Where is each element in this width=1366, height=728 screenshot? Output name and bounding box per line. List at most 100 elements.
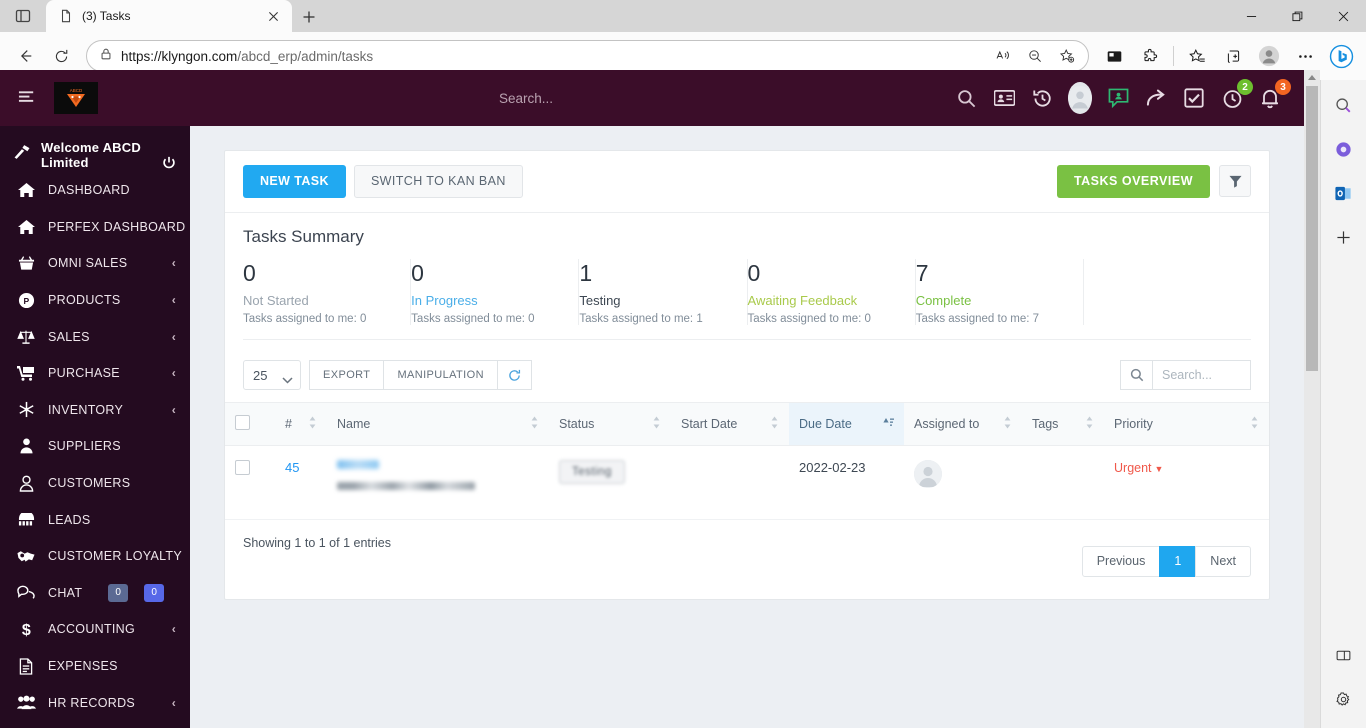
column-tags[interactable]: Tags [1022, 402, 1104, 447]
search-icon[interactable] [1329, 90, 1359, 120]
split-screen-icon[interactable] [1329, 640, 1359, 670]
outlook-icon[interactable] [1329, 178, 1359, 208]
refresh-icon[interactable] [44, 39, 78, 73]
abcd-logo-icon[interactable]: ABCD [54, 82, 98, 114]
sidebar-item-dashboard[interactable]: DASHBOARD [0, 172, 190, 209]
summary-cell-not-started[interactable]: 0 Not Started Tasks assigned to me: 0 [243, 258, 412, 326]
settings-gear-icon[interactable] [1329, 684, 1359, 714]
column-due-date[interactable]: Due Date [789, 402, 904, 447]
copilot-icon[interactable] [1329, 134, 1359, 164]
summary-count: 0 [411, 259, 424, 286]
filter-icon[interactable] [1219, 165, 1251, 198]
switch-to-kanban-button[interactable]: SWITCH TO KAN BAN [353, 165, 523, 198]
timer-icon[interactable]: 2 [1220, 79, 1253, 110]
column-start-date[interactable]: Start Date [671, 402, 789, 447]
column-id[interactable]: # [275, 402, 327, 447]
favorites-icon[interactable] [1180, 39, 1214, 73]
add-favorite-icon[interactable] [1052, 42, 1082, 70]
row-checkbox[interactable] [235, 460, 250, 476]
refresh-icon[interactable] [496, 360, 532, 391]
todo-check-icon[interactable] [1182, 86, 1206, 110]
more-options-icon[interactable] [1288, 39, 1322, 73]
column-name[interactable]: Name [327, 402, 549, 447]
sidebar-item-leads[interactable]: LEADS [0, 501, 190, 538]
assignee-avatar[interactable] [914, 460, 942, 489]
profile-avatar-icon[interactable] [1252, 39, 1286, 73]
page-scrollbar[interactable] [1304, 70, 1320, 728]
column-status[interactable]: Status [549, 402, 671, 447]
sidebar-item-suppliers[interactable]: SUPPLIERS [0, 428, 190, 465]
bell-icon[interactable]: 3 [1258, 79, 1291, 110]
search-icon[interactable] [954, 86, 978, 110]
maximize-icon[interactable] [1274, 0, 1320, 32]
history-icon[interactable] [1030, 86, 1054, 110]
summary-label: Awaiting Feedback [747, 293, 858, 309]
column-select-all[interactable] [225, 402, 275, 447]
tab-title: (3) Tasks [82, 9, 131, 23]
task-id-link[interactable]: 45 [285, 460, 299, 475]
support-chat-icon[interactable] [1106, 86, 1130, 110]
chat-badge-active: 0 [144, 583, 165, 602]
header-search[interactable]: Search... [98, 91, 954, 106]
sidebar-item-sales[interactable]: SALES ‹ [0, 318, 190, 355]
sidebar-item-perfex-dashboard[interactable]: PERFEX DASHBOARD ‹ [0, 209, 190, 246]
browser-tab[interactable]: (3) Tasks [46, 0, 292, 32]
pagination-next[interactable]: Next [1195, 546, 1251, 577]
new-task-button[interactable]: NEW TASK [243, 165, 346, 198]
user-avatar-icon[interactable] [1068, 82, 1092, 114]
status-badge[interactable]: Testing [559, 460, 625, 485]
sidebar-item-hr-records[interactable]: HR RECORDS ‹ [0, 684, 190, 721]
select-all-checkbox[interactable] [235, 415, 250, 431]
contact-card-icon[interactable] [992, 86, 1016, 110]
summary-cell-in-progress[interactable]: 0 In Progress Tasks assigned to me: 0 [411, 258, 580, 326]
pagination-previous[interactable]: Previous [1081, 546, 1161, 577]
tab-actions-button[interactable] [0, 0, 46, 32]
scroll-up-arrow-icon[interactable] [1304, 70, 1320, 86]
power-icon[interactable] [162, 156, 176, 175]
sidebar-item-omni-sales[interactable]: OMNI SALES ‹ [0, 245, 190, 282]
read-aloud-icon[interactable] [988, 42, 1018, 70]
table-row[interactable]: 45 Testing 2022-02-23 Urgent ▼ [225, 445, 1269, 521]
zoom-out-icon[interactable] [1020, 42, 1050, 70]
sidebar-item-inventory[interactable]: INVENTORY ‹ [0, 392, 190, 429]
summary-cell-complete[interactable]: 7 Complete Tasks assigned to me: 7 [916, 258, 1084, 326]
cell-select[interactable] [225, 445, 275, 521]
close-icon[interactable] [1320, 0, 1366, 32]
task-name-redacted[interactable] [337, 460, 379, 470]
sidebar-item-chat[interactable]: CHAT 0 0 [0, 575, 190, 612]
sidebar-item-accounting[interactable]: $ ACCOUNTING ‹ [0, 611, 190, 648]
summary-cell-testing[interactable]: 1 Testing Tasks assigned to me: 1 [579, 258, 748, 326]
bing-copilot-icon[interactable] [1324, 39, 1358, 73]
column-priority[interactable]: Priority [1104, 402, 1269, 447]
back-arrow-icon[interactable] [8, 39, 42, 73]
search-input[interactable] [1153, 360, 1251, 391]
page-length-select[interactable]: 25 [243, 360, 301, 391]
search-icon[interactable] [1120, 360, 1153, 391]
priority-dropdown[interactable]: Urgent ▼ [1114, 461, 1163, 475]
scrollbar-thumb[interactable] [1306, 86, 1318, 371]
manipulation-button[interactable]: MANIPULATION [383, 360, 498, 391]
sidebar-item-customers[interactable]: CUSTOMERS [0, 465, 190, 502]
minimize-icon[interactable] [1228, 0, 1274, 32]
tasks-overview-button[interactable]: TASKS OVERVIEW [1056, 165, 1210, 198]
new-tab-button[interactable] [292, 2, 326, 32]
tab-collections-icon[interactable] [1216, 39, 1250, 73]
export-button[interactable]: EXPORT [309, 360, 385, 391]
address-bar[interactable]: https://klyngon.com/abcd_erp/admin/tasks [86, 40, 1089, 72]
sidebar-item-hr-payroll[interactable]: HR PAYROLL ‹ [0, 721, 190, 728]
sidebar-item-customer-loyalty[interactable]: CUSTOMER LOYALTY ‹ [0, 538, 190, 575]
summary-cell-awaiting-feedback[interactable]: 0 Awaiting Feedback Tasks assigned to me… [747, 258, 916, 326]
sidebar-item-purchase[interactable]: PURCHASE ‹ [0, 355, 190, 392]
tasks-summary: Tasks Summary 0 Not Started Tasks assign… [225, 213, 1269, 347]
pagination-page-1[interactable]: 1 [1159, 546, 1197, 577]
column-assigned-to[interactable]: Assigned to [904, 402, 1022, 447]
close-icon[interactable] [262, 5, 284, 27]
hamburger-icon[interactable] [8, 90, 46, 106]
extensions-icon[interactable] [1133, 39, 1167, 73]
sidebar-item-expenses[interactable]: EXPENSES [0, 648, 190, 685]
sidebar-item-products[interactable]: P PRODUCTS ‹ [0, 282, 190, 319]
share-arrow-icon[interactable] [1144, 86, 1168, 110]
add-icon[interactable] [1329, 222, 1359, 252]
split-screen-icon[interactable] [1097, 39, 1131, 73]
sort-ascending-icon [883, 417, 894, 432]
